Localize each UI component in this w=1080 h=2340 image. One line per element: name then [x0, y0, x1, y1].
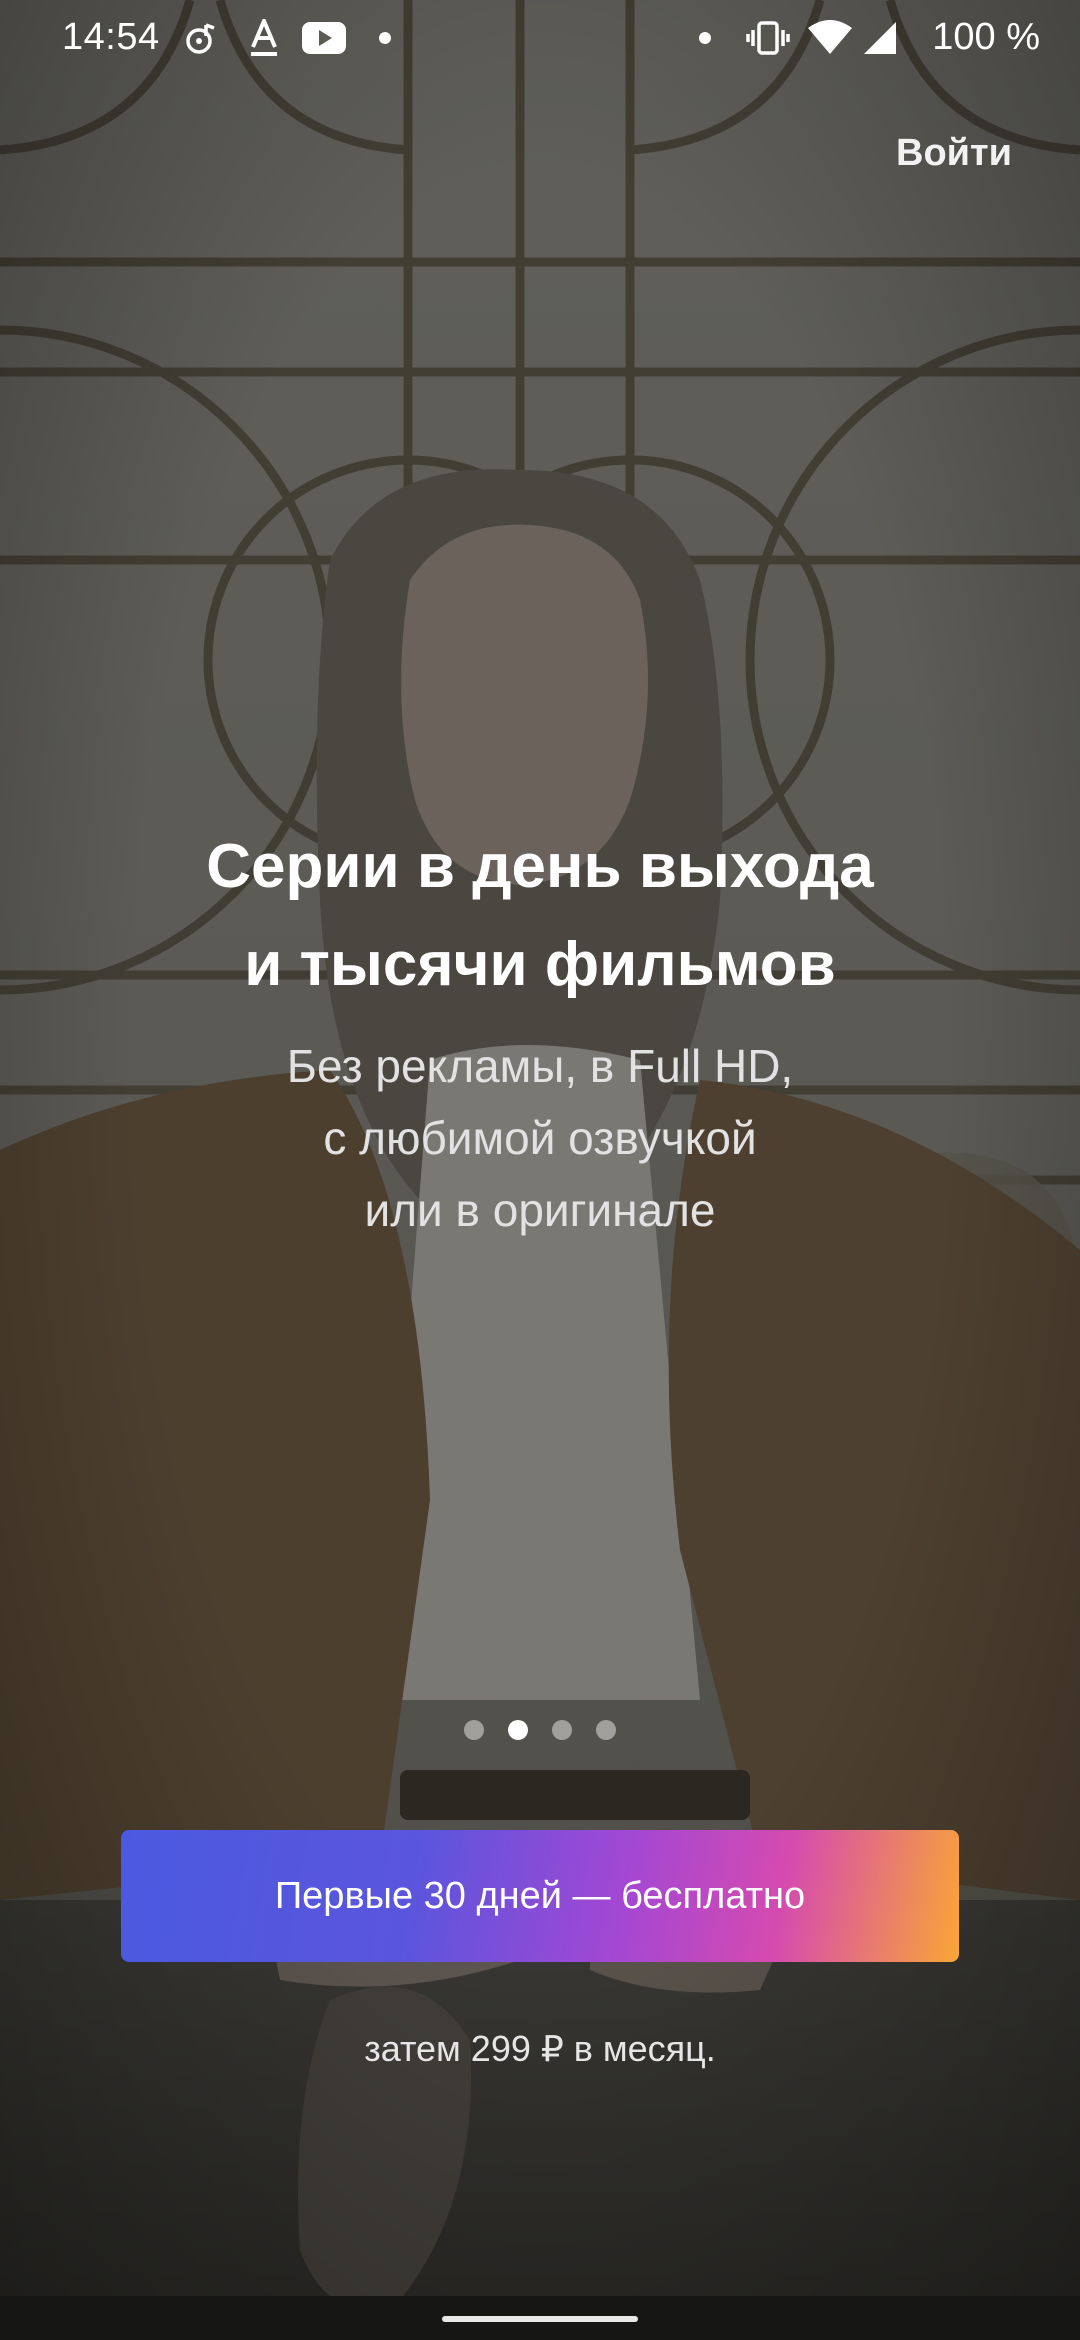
hero-subtitle: Без рекламы, в Full HD, с любимой озвучк… — [0, 1030, 1080, 1246]
free-trial-button[interactable]: Первые 30 дней — бесплатно — [121, 1830, 959, 1962]
cell-signal-icon — [862, 18, 898, 58]
hero-title: Серии в день выхода и тысячи фильмов — [0, 818, 1080, 1014]
battery-percentage: 100 % — [932, 16, 1040, 58]
price-note: затем 299 ₽ в месяц. — [364, 2028, 716, 2069]
page-dot[interactable] — [552, 1720, 572, 1740]
youtube-icon — [302, 18, 346, 58]
status-time: 14:54 — [62, 16, 160, 58]
page-dot[interactable] — [596, 1720, 616, 1740]
notification-dot-icon — [698, 18, 712, 58]
vibrate-icon — [746, 18, 790, 58]
hero-subtitle-line: или в оригинале — [364, 1184, 716, 1236]
status-bar: 14:54 100 % — [0, 0, 1080, 80]
music-note-icon — [184, 18, 220, 58]
home-gesture-handle[interactable] — [442, 2316, 638, 2322]
hero-title-line: и тысячи фильмов — [244, 930, 836, 999]
onboarding-screen: 14:54 100 % Войти Серии в день выхода и … — [0, 0, 1080, 2340]
page-indicator — [0, 1720, 1080, 1740]
notification-dot-icon — [378, 18, 392, 58]
a-underline-icon — [248, 18, 280, 58]
hero-title-line: Серии в день выхода — [206, 832, 874, 901]
hero-subtitle-line: с любимой озвучкой — [323, 1112, 757, 1164]
page-dot-active[interactable] — [508, 1720, 528, 1740]
page-dot[interactable] — [464, 1720, 484, 1740]
wifi-icon — [808, 18, 852, 58]
hero-subtitle-line: Без рекламы, в Full HD, — [286, 1040, 794, 1092]
login-button[interactable]: Войти — [896, 132, 1012, 175]
